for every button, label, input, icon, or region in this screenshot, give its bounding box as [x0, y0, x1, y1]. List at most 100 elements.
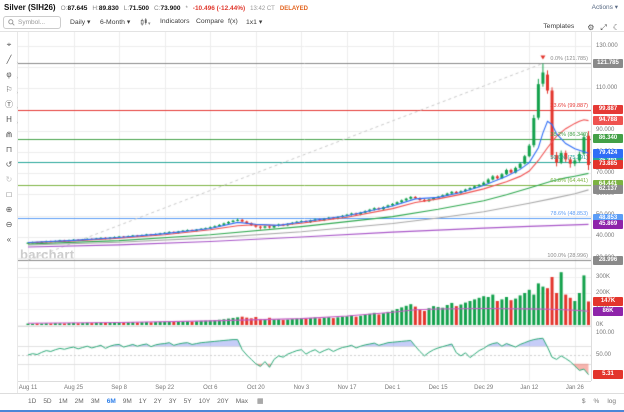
- axis-tick-label: 90.000: [596, 127, 615, 134]
- range-button-1d[interactable]: 1D: [28, 398, 36, 405]
- fib-level-label: 0.0% (121.785): [550, 56, 588, 63]
- fullscreen-icon[interactable]: ⤢: [600, 23, 606, 32]
- fib-level-label: 78.6% (48.853): [550, 211, 588, 218]
- undo-tool[interactable]: ↺: [0, 158, 18, 171]
- change-marker: *: [185, 6, 188, 12]
- axis-tick-label: 40.000: [596, 233, 615, 240]
- axis-badge: 94.788: [593, 116, 623, 126]
- close-value: C:73.900: [154, 5, 181, 12]
- lock-drawings-tool[interactable]: ⊓: [0, 143, 18, 156]
- axis-badge: 79.424: [593, 148, 623, 158]
- zoom-in-tool[interactable]: ⊕: [0, 203, 18, 216]
- trading-chart-app: { "header": { "symbol": "Silver (SIH26)"…: [0, 0, 624, 412]
- magnet-tool[interactable]: ⋒: [0, 128, 18, 141]
- range-button-1m[interactable]: 1M: [59, 398, 68, 405]
- price-axis[interactable]: 130.000120.000110.000100.00090.00080.000…: [591, 32, 624, 381]
- date-tick-label: Sep 8: [111, 385, 127, 391]
- symbol-header: Silver (SIH26) O:87.645 H:89.830 L:71.50…: [0, 0, 624, 14]
- templates-button[interactable]: Templates: [543, 23, 574, 30]
- chart-toolbar: Symbol... Daily ▾ 6-Month ▾ ▾ Indicators…: [0, 14, 624, 32]
- cursor-crosshair-tool[interactable]: ⌖: [0, 38, 18, 51]
- date-tick-label: Dec 29: [474, 385, 494, 391]
- date-axis[interactable]: Aug 11 Aug 25 Sep 8 Sep 22 Oct 6 Oct 20 Nov 3 N…: [18, 381, 591, 393]
- text-annotation-tool[interactable]: Ⓣ ›: [0, 98, 18, 111]
- redo-tool: ↻: [5, 175, 13, 184]
- scale-button-dollar[interactable]: $: [582, 398, 586, 405]
- date-tick-label: Sep 22: [155, 385, 175, 391]
- drawing-toolbar: ⌖ ╱ › φ › ⚐ › Ⓣ › H › ⋒ ⊓ ↺ ↻ □ ⊕ ⊖ «: [0, 32, 18, 393]
- range-button-20y[interactable]: 20Y: [217, 398, 229, 405]
- period-dropdown[interactable]: Daily ▾: [70, 18, 90, 26]
- grid-layout-dropdown[interactable]: 1x1 ▾: [246, 18, 262, 26]
- indicators-button[interactable]: Indicators: [160, 18, 189, 25]
- scale-button-percent[interactable]: %: [594, 398, 600, 405]
- date-tick-label: Dec 15: [428, 385, 448, 391]
- symbol-search-input[interactable]: Symbol...: [3, 16, 61, 29]
- change-value: -10.496 (-12.44%): [192, 5, 246, 12]
- date-tick-label: Jan 12: [520, 385, 539, 391]
- axis-tick-label: 50.00: [596, 351, 612, 358]
- dark-mode-moon-icon[interactable]: ☾: [613, 23, 620, 32]
- collapse-toolbar-button[interactable]: «: [0, 233, 18, 246]
- fib-level-label: 100.0% (28.996): [547, 253, 588, 260]
- range-dropdown[interactable]: 6-Month ▾: [100, 18, 130, 26]
- low-value: L:71.500: [123, 5, 150, 12]
- shapes-flag-tool[interactable]: ⚐ ›: [0, 83, 18, 96]
- axis-tick-label: 200K: [596, 289, 611, 296]
- axis-badge: 147K: [593, 296, 623, 306]
- range-button-5y[interactable]: 5Y: [184, 398, 192, 405]
- settings-gear-icon[interactable]: ⚙: [587, 23, 594, 32]
- price-chart-canvas[interactable]: [18, 32, 591, 381]
- compare-button[interactable]: Compare: [196, 18, 224, 25]
- axis-badge: 28.996: [593, 255, 623, 265]
- delayed-badge: DELAYED: [279, 6, 308, 12]
- patterns-tool[interactable]: H ›: [0, 113, 18, 126]
- scale-button-log[interactable]: log: [607, 398, 616, 405]
- axis-badge: 73.885: [593, 160, 623, 170]
- range-button-1y[interactable]: 1Y: [139, 398, 147, 405]
- fib-level-label: 61.8% (64.441): [550, 177, 588, 184]
- search-icon: [8, 19, 15, 26]
- range-button-2y[interactable]: 2Y: [154, 398, 162, 405]
- quote-time: 13:42 CT: [250, 6, 275, 12]
- date-tick-label: Nov 17: [337, 385, 357, 391]
- axis-badge: 86K: [593, 306, 623, 316]
- date-tick-label: Oct 6: [203, 385, 218, 391]
- chart-type-dropdown[interactable]: ▾: [140, 18, 151, 27]
- zoom-out-tool[interactable]: ⊖: [0, 218, 18, 231]
- fib-level-label: 38.2% (86.340): [550, 131, 588, 138]
- axis-badge: 121.785: [593, 58, 623, 68]
- axis-badge: 5.31: [593, 370, 623, 380]
- axis-tick-label: 130.000: [596, 42, 618, 49]
- delete-drawings-tool[interactable]: □: [0, 188, 18, 201]
- actions-menu-button[interactable]: Actions ▾: [592, 3, 618, 11]
- symbol-title: Silver (SIH26): [4, 3, 56, 12]
- fibonacci-tool[interactable]: φ ›: [0, 68, 18, 81]
- axis-tick-label: 70.000: [596, 169, 615, 176]
- axis-tick-label: 100.00: [596, 329, 615, 336]
- range-button-5d[interactable]: 5D: [43, 398, 51, 405]
- axis-badge: 62.137: [593, 185, 623, 195]
- range-button-3m[interactable]: 3M: [91, 398, 100, 405]
- trendline-tool[interactable]: ╱ ›: [0, 53, 18, 66]
- calendar-icon[interactable]: ▦: [257, 397, 264, 405]
- axis-tick-label: 300K: [596, 273, 611, 280]
- range-button-2m[interactable]: 2M: [75, 398, 84, 405]
- range-button-max[interactable]: Max: [236, 398, 248, 405]
- date-tick-label: Nov 3: [293, 385, 310, 391]
- date-tick-label: Aug 11: [18, 385, 38, 391]
- range-toolbar: 1D 5D 1M 2M 3M 6M 9M 1Y 2Y 3Y 5Y 10Y 20Y Max ▦ $% log: [0, 393, 624, 410]
- range-button-10y[interactable]: 10Y: [199, 398, 211, 405]
- fib-level-label: 23.6% (99.887): [550, 102, 588, 109]
- fx-button[interactable]: f(x): [228, 18, 238, 25]
- range-button-6m[interactable]: 6M: [107, 398, 116, 405]
- range-button-9m[interactable]: 9M: [123, 398, 132, 405]
- date-tick-label: Oct 20: [247, 385, 265, 391]
- search-placeholder: Symbol...: [18, 19, 46, 26]
- range-button-3y[interactable]: 3Y: [169, 398, 177, 405]
- axis-tick-label: 0K: [596, 321, 604, 328]
- date-tick-label: Dec 1: [384, 385, 401, 391]
- date-tick-label: Aug 25: [64, 385, 84, 391]
- date-tick-label: Jan 26: [565, 385, 584, 391]
- fib-level-label: 50.0% (75.391): [550, 154, 588, 161]
